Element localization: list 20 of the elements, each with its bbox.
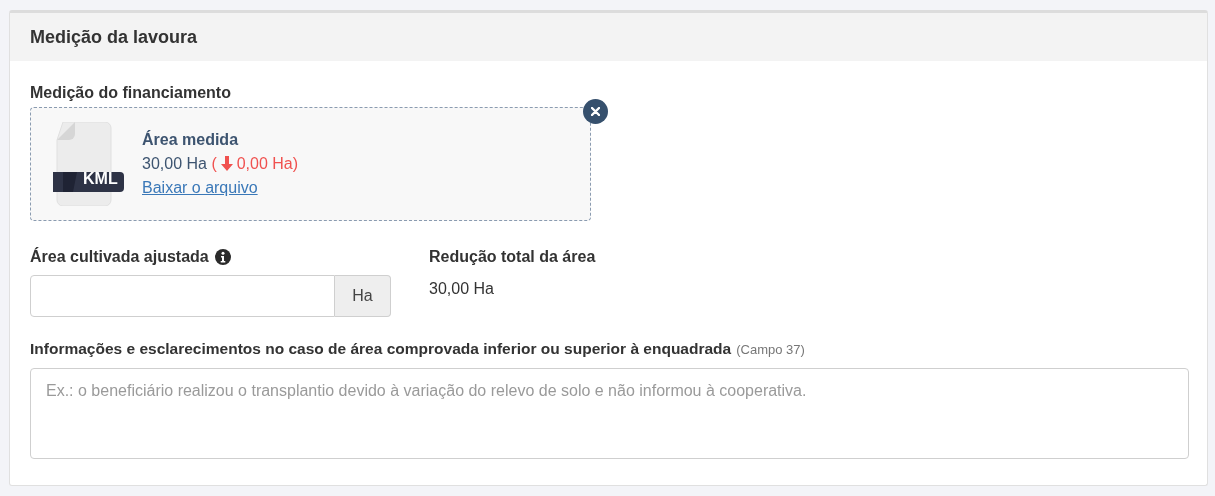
area-text: 30,00 Ha ( 0,00 Ha) [142,154,299,174]
file-type-text: KML [83,169,118,189]
area-change: ( 0,00 Ha) [211,155,299,172]
down-arrow-icon [219,156,234,171]
kml-file-icon [53,122,125,206]
notes-field[interactable]: Ex.: o beneficiário realizou o transplantio devido à variação do relevo de solo e não informou à cooperativa. [30,368,1189,460]
reduction-value: 30,00 Ha [429,279,495,299]
file-title: Área medida [142,129,240,150]
field-hint: (Campo 37) [736,341,805,359]
field-label: Área cultivada ajustada [30,246,209,267]
close-icon [591,107,600,116]
unit-addon: Ha [335,275,391,317]
remove-button[interactable] [583,99,608,124]
field-label: Redução total da área [429,247,596,267]
area-input[interactable] [30,275,335,317]
field-label: Informações e esclarecimentos no caso de área comprovada inferior ou superior à enquadrada [30,339,732,359]
panel-title: Medição da lavoura [30,25,198,49]
download-link[interactable]: Baixar o arquivo [142,176,299,200]
section-label: Medição do financiamento [30,83,231,103]
info-icon[interactable] [214,249,231,265]
